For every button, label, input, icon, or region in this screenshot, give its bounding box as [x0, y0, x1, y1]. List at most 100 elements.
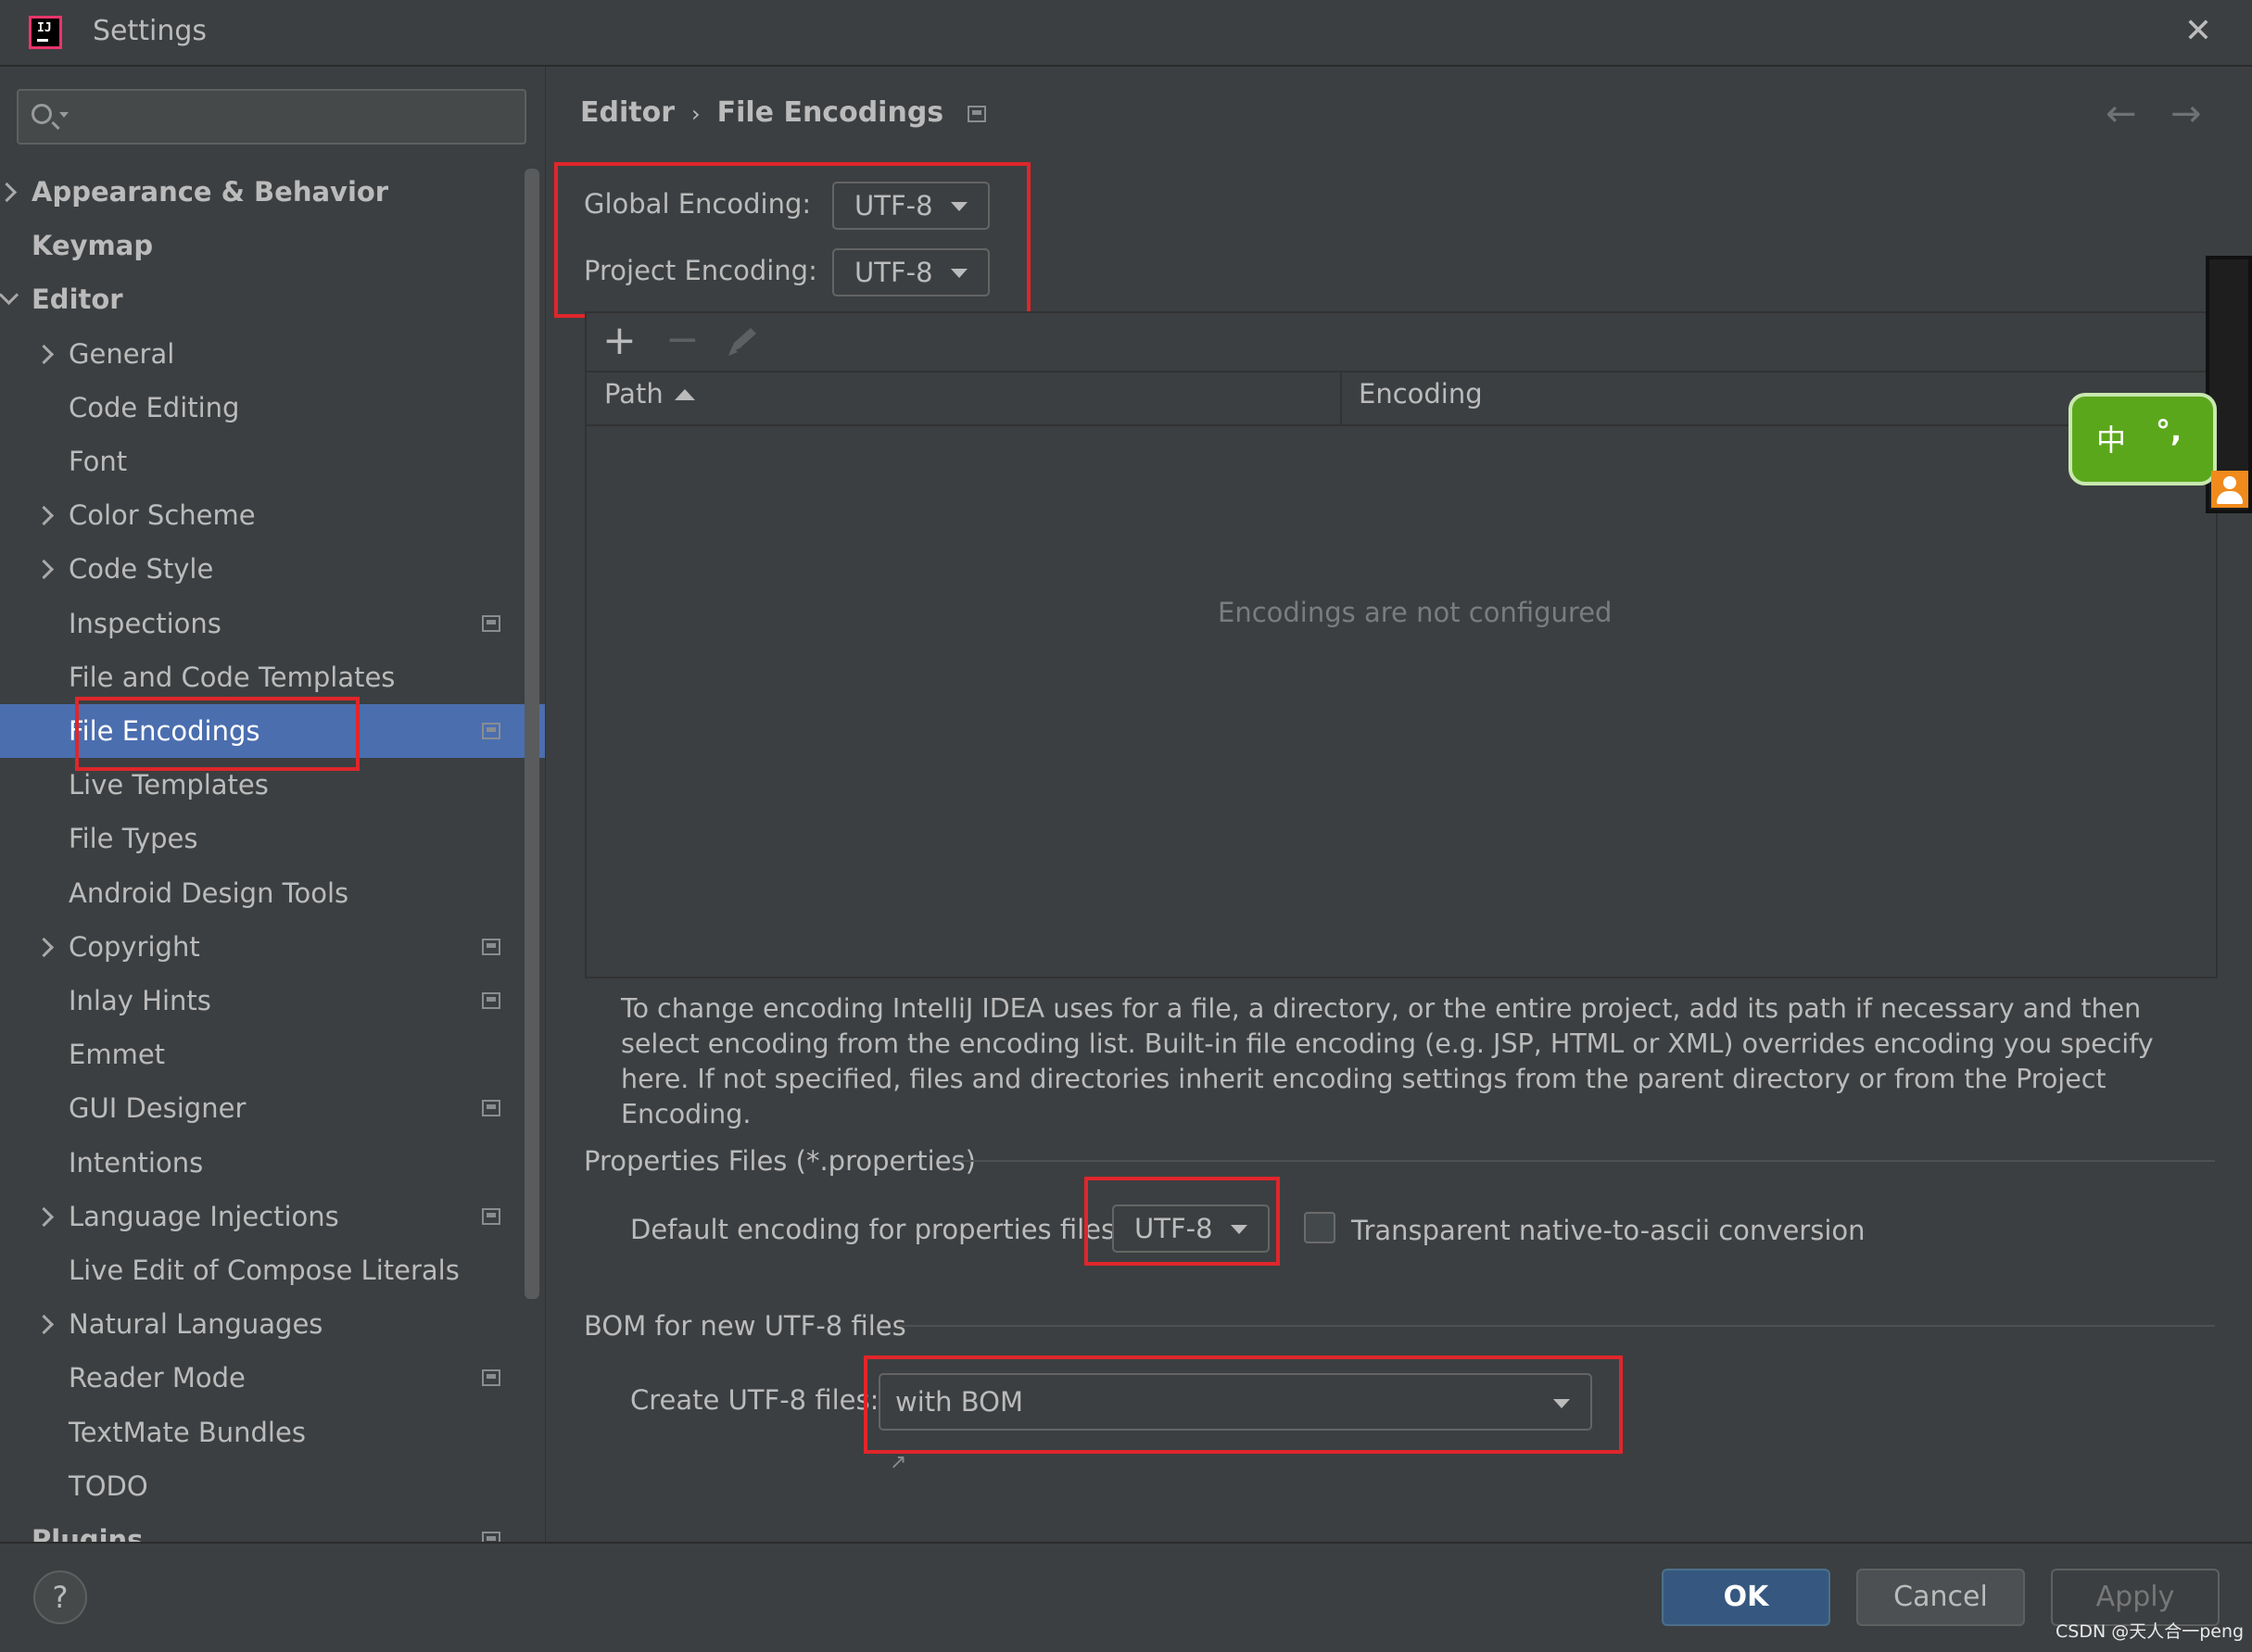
chevron-down-icon	[1553, 1399, 1570, 1408]
project-scope-icon	[482, 723, 500, 739]
sidebar-item[interactable]: Android Design Tools	[0, 866, 545, 920]
sidebar-item[interactable]: Live Templates	[0, 758, 545, 812]
sidebar-item-label: Inlay Hints	[69, 985, 211, 1016]
properties-default-encoding-label: Default encoding for properties files:	[630, 1214, 1124, 1245]
chevron-right-icon[interactable]	[32, 488, 59, 542]
section-separator	[955, 1160, 2215, 1162]
sidebar-item-label: Copyright	[69, 930, 200, 963]
sidebar-item-label: File and Code Templates	[69, 661, 396, 693]
global-encoding-dropdown[interactable]: UTF-8	[832, 182, 990, 230]
transparent-conversion-checkbox[interactable]	[1304, 1212, 1335, 1243]
sidebar-item-label: Editor	[32, 284, 123, 316]
project-scope-icon	[482, 1369, 500, 1387]
project-encoding-dropdown[interactable]: UTF-8	[832, 248, 990, 296]
ime-punctuation-indicator[interactable]: °,	[2156, 413, 2182, 448]
close-icon[interactable]: ✕	[2178, 11, 2219, 52]
sidebar-item[interactable]: Copyright	[0, 920, 545, 974]
sidebar-item-label: Android Design Tools	[69, 876, 349, 909]
breadcrumb-current: File Encodings	[716, 96, 944, 129]
chevron-right-icon[interactable]	[32, 920, 59, 974]
properties-encoding-dropdown[interactable]: UTF-8	[1112, 1204, 1270, 1253]
sidebar-item[interactable]: Inspections	[0, 597, 545, 650]
sidebar-item-label: General	[69, 337, 175, 370]
title-bar	[0, 0, 2252, 67]
sidebar-item-label: TODO	[69, 1469, 148, 1502]
sidebar-item-label: TextMate Bundles	[69, 1416, 306, 1448]
properties-section-title: Properties Files (*.properties)	[584, 1145, 976, 1177]
user-icon[interactable]	[2211, 471, 2248, 508]
back-arrow-icon[interactable]: ←	[2106, 93, 2137, 135]
chevron-right-icon[interactable]	[32, 1190, 59, 1243]
cancel-button[interactable]: Cancel	[1856, 1569, 2025, 1626]
column-divider[interactable]	[1340, 372, 1342, 424]
breadcrumb-separator: ›	[691, 101, 701, 127]
forward-arrow-icon[interactable]: →	[2170, 93, 2202, 135]
sidebar-item[interactable]: Emmet	[0, 1028, 545, 1081]
sidebar-item[interactable]: Code Style	[0, 542, 545, 596]
transparent-conversion-label[interactable]: Transparent native-to-ascii conversion	[1351, 1215, 1866, 1246]
sidebar-item[interactable]: Language Injections	[0, 1190, 545, 1243]
sidebar-item[interactable]: File Types	[0, 812, 545, 865]
chevron-down-icon	[951, 269, 968, 278]
sidebar-item[interactable]: Color Scheme	[0, 488, 545, 542]
encoding-help-text: To change encoding IntelliJ IDEA uses fo…	[621, 993, 2154, 1129]
project-scope-icon	[968, 105, 987, 122]
sidebar-item[interactable]: Inlay Hints	[0, 974, 545, 1028]
project-scope-icon	[482, 614, 500, 632]
column-header-encoding[interactable]: Encoding	[1359, 378, 1483, 410]
search-options-caret-icon[interactable]	[59, 112, 69, 118]
sidebar-item[interactable]: General	[0, 327, 545, 381]
chevron-down-icon	[1231, 1225, 1247, 1234]
table-toolbar	[587, 313, 2216, 371]
help-button[interactable]: ?	[33, 1570, 87, 1624]
chevron-right-icon[interactable]	[32, 542, 59, 596]
project-scope-icon	[482, 992, 500, 1009]
add-icon[interactable]: +	[602, 321, 637, 361]
sidebar-item[interactable]: Keymap	[0, 219, 545, 272]
chevron-down-icon[interactable]	[0, 272, 22, 326]
sidebar-item[interactable]: Intentions	[0, 1136, 545, 1190]
properties-encoding-value: UTF-8	[1134, 1213, 1213, 1244]
sidebar-item-label: Code Style	[69, 553, 214, 586]
diagonal-arrow-icon: ↗	[890, 1451, 907, 1474]
ime-language-indicator[interactable]: 中	[2096, 417, 2126, 460]
sidebar-item-label: Code Editing	[69, 391, 240, 423]
sidebar-item[interactable]: Live Edit of Compose Literals	[0, 1243, 545, 1297]
window-title: Settings	[93, 15, 208, 47]
project-scope-icon	[482, 1100, 500, 1117]
sidebar-item[interactable]: Reader Mode	[0, 1351, 545, 1405]
sidebar-item-label: Plugins	[32, 1524, 144, 1542]
sidebar-item-label: Color Scheme	[69, 499, 256, 532]
table-empty-text: Encodings are not configured	[1218, 597, 1613, 628]
bom-mode-dropdown[interactable]: with BOM	[879, 1373, 1592, 1431]
sidebar-item[interactable]: Code Editing	[0, 381, 545, 435]
ok-button[interactable]: OK	[1662, 1569, 1830, 1626]
sidebar-item[interactable]: GUI Designer	[0, 1081, 545, 1135]
intellij-idea-icon: IJ	[29, 16, 62, 49]
breadcrumb-parent[interactable]: Editor	[580, 96, 675, 129]
create-utf8-files-label: Create UTF-8 files:	[630, 1384, 879, 1416]
chevron-right-icon[interactable]	[32, 1297, 59, 1351]
sidebar-item[interactable]: Appearance & Behavior	[0, 165, 545, 219]
sidebar-item-label: Font	[69, 446, 128, 477]
sidebar-item-label: Reader Mode	[69, 1362, 246, 1394]
remove-icon[interactable]: −	[665, 320, 700, 360]
sidebar-item[interactable]: File and Code Templates	[0, 650, 545, 704]
ime-status-widget[interactable]: 中 °,	[2069, 393, 2217, 486]
chevron-right-icon[interactable]	[0, 165, 22, 219]
sidebar-item[interactable]: Plugins	[0, 1513, 545, 1542]
sidebar-item[interactable]: Natural Languages	[0, 1297, 545, 1351]
column-header-path[interactable]: Path	[604, 378, 664, 410]
edit-pencil-icon[interactable]	[725, 324, 762, 358]
search-icon	[32, 104, 52, 124]
sidebar-item[interactable]: TextMate Bundles	[0, 1406, 545, 1459]
chevron-right-icon[interactable]	[32, 327, 59, 381]
tree-scrollbar[interactable]	[525, 169, 539, 1299]
sort-ascending-icon	[675, 389, 695, 400]
sidebar-item[interactable]: File Encodings	[0, 704, 545, 758]
sidebar-item-label: GUI Designer	[69, 1092, 247, 1125]
sidebar-item[interactable]: TODO	[0, 1459, 545, 1513]
search-field[interactable]	[17, 89, 526, 145]
sidebar-item[interactable]: Editor	[0, 272, 545, 326]
sidebar-item[interactable]: Font	[0, 435, 545, 488]
